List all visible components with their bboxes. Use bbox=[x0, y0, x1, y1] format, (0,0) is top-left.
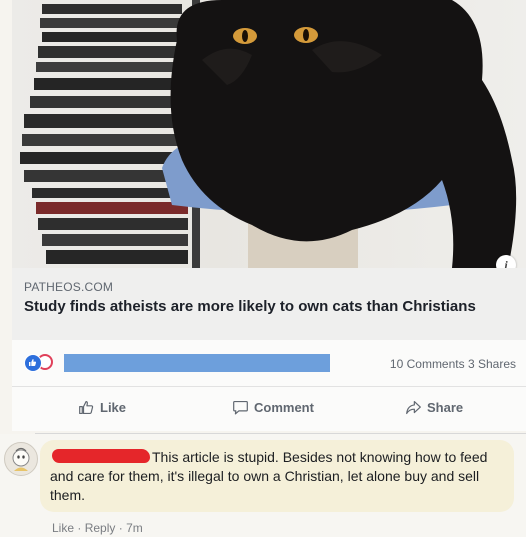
like-button-label: Like bbox=[100, 400, 127, 415]
comment-text: This article is stupid. Besides not know… bbox=[50, 449, 488, 503]
comment-like-link[interactable]: Like bbox=[52, 521, 74, 535]
speech-bubble-icon bbox=[233, 400, 248, 415]
post-image[interactable] bbox=[12, 0, 526, 268]
redacted-names-bar bbox=[64, 354, 330, 372]
comment-button-label: Comment bbox=[254, 400, 314, 415]
share-arrow-icon bbox=[406, 400, 421, 415]
comment-timestamp[interactable]: 7m bbox=[126, 521, 143, 535]
comments-shares-count[interactable]: 10 Comments 3 Shares bbox=[390, 357, 516, 371]
like-reaction-icon[interactable] bbox=[24, 354, 42, 372]
post-actions-bar: Like Comment Share bbox=[12, 386, 526, 431]
cat-photo bbox=[20, 0, 517, 268]
share-button-label: Share bbox=[427, 400, 464, 415]
post-stats: 10 Comments 3 Shares bbox=[12, 340, 526, 386]
thumbs-up-icon bbox=[79, 400, 94, 415]
meta-separator: · bbox=[77, 521, 82, 535]
like-button[interactable]: Like bbox=[78, 399, 126, 416]
cd-stack bbox=[20, 4, 188, 264]
comment-reply-link[interactable]: Reply bbox=[85, 521, 116, 535]
share-button[interactable]: Share bbox=[405, 399, 463, 416]
comment-meta: Like · Reply · 7m bbox=[52, 521, 143, 535]
comments-count[interactable]: 10 Comments bbox=[390, 357, 465, 371]
shares-count[interactable]: 3 Shares bbox=[468, 357, 516, 371]
comment: This article is stupid. Besides not know… bbox=[0, 434, 526, 537]
comment-bubble: This article is stupid. Besides not know… bbox=[40, 440, 514, 512]
meta-separator: · bbox=[118, 521, 123, 535]
link-preview-card[interactable]: PATHEOS.COM Study finds atheists are mor… bbox=[12, 268, 526, 341]
link-title[interactable]: Study finds atheists are more likely to … bbox=[24, 296, 504, 317]
avatar[interactable] bbox=[4, 442, 38, 476]
link-domain: PATHEOS.COM bbox=[24, 280, 114, 294]
comment-button[interactable]: Comment bbox=[232, 399, 314, 416]
